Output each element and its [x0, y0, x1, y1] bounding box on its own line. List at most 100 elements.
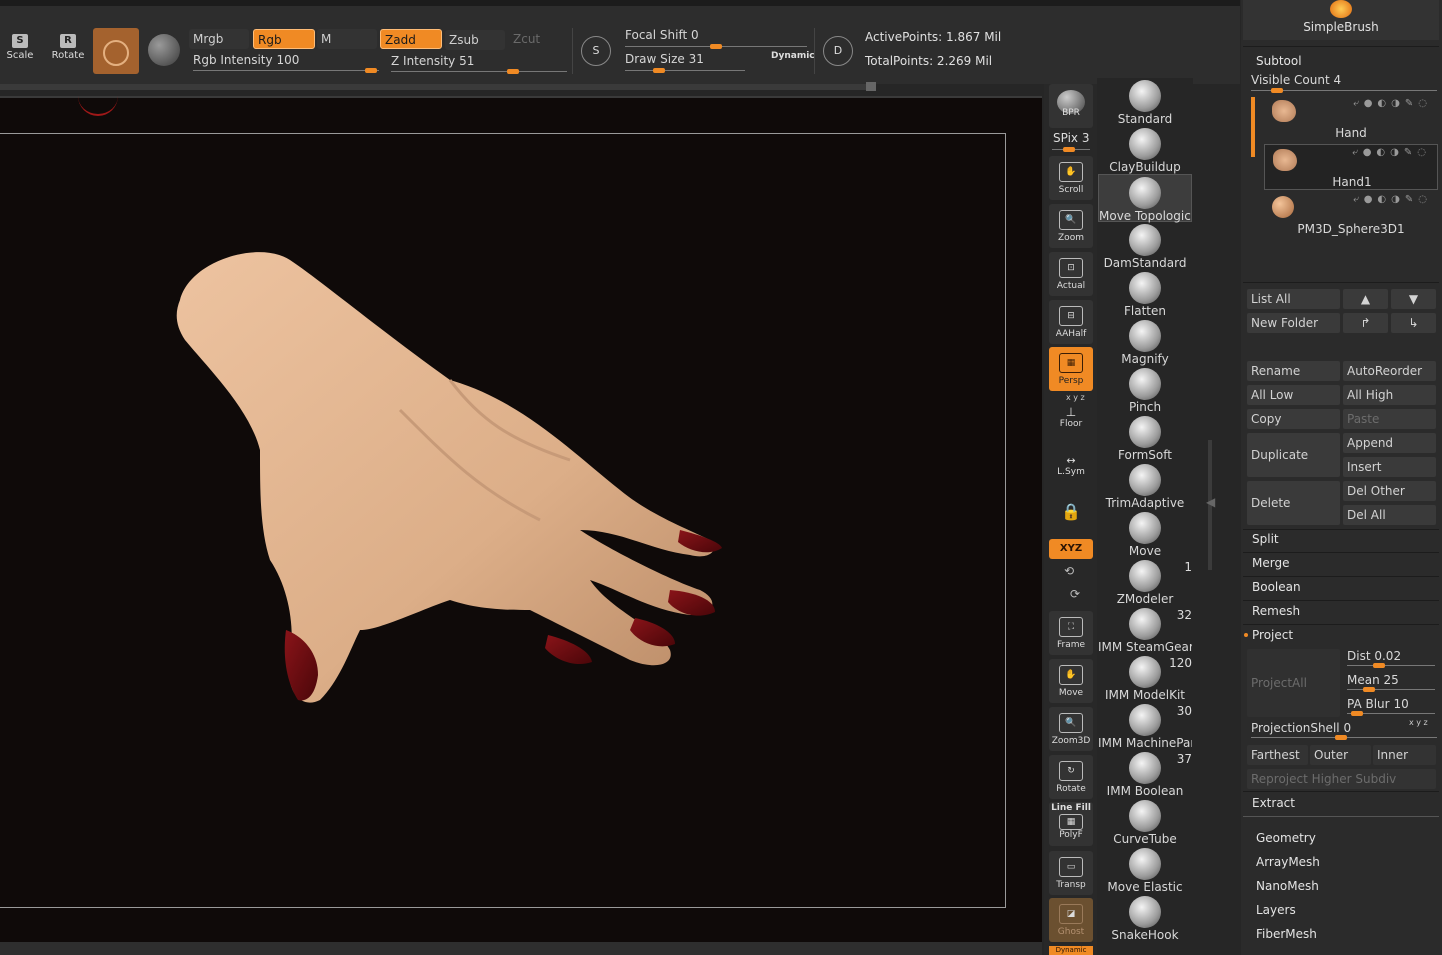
move-down-button[interactable]: ▼	[1391, 289, 1436, 309]
geometry-menu[interactable]: Geometry	[1256, 831, 1316, 845]
outer-button[interactable]: Outer	[1310, 745, 1371, 765]
m-toggle[interactable]: M	[317, 29, 377, 49]
projectionshell-slider[interactable]: ProjectionShell 0 x y z	[1251, 718, 1437, 741]
append-button[interactable]: Append	[1343, 433, 1436, 453]
brush-item[interactable]: IMM Boolean 37	[1098, 750, 1192, 798]
zcut-toggle[interactable]: Zcut	[509, 29, 569, 49]
brush-item[interactable]: FormSoft	[1098, 414, 1192, 462]
brush-item[interactable]: Move Elastic	[1098, 846, 1192, 894]
dynamic-persp-toggle[interactable]: Dynamic	[1049, 946, 1093, 955]
split-section[interactable]: Split	[1252, 532, 1279, 546]
subtool-controls[interactable]: ⤶●◐◑✎◌	[1353, 98, 1432, 109]
bpr-button[interactable]: BPR	[1049, 84, 1093, 128]
brush-item[interactable]: Standard	[1098, 78, 1192, 126]
brush-item[interactable]: SnakeHook	[1098, 894, 1192, 942]
autoreorder-button[interactable]: AutoReorder	[1343, 361, 1436, 381]
mrgb-toggle[interactable]: Mrgb	[189, 29, 249, 49]
z-intensity-slider[interactable]: Z Intensity 51	[391, 54, 567, 74]
frame-button[interactable]: ⛶ Frame	[1049, 611, 1093, 655]
scroll-button[interactable]: ✋ Scroll	[1049, 156, 1093, 200]
zoom3d-button[interactable]: 🔍 Zoom3D	[1049, 707, 1093, 751]
horizontal-scroll-track[interactable]	[0, 84, 870, 90]
move-view-button[interactable]: ✋ Move	[1049, 659, 1093, 703]
mean-slider[interactable]: Mean 25	[1347, 673, 1435, 693]
brush-item[interactable]: Pinch	[1098, 366, 1192, 414]
actual-button[interactable]: ⊡ Actual	[1049, 252, 1093, 296]
layers-menu[interactable]: Layers	[1256, 903, 1296, 917]
nanomesh-menu[interactable]: NanoMesh	[1256, 879, 1319, 893]
focal-shift-slider[interactable]: Focal Shift 0	[625, 28, 807, 49]
y-rotate-icon[interactable]: ⟲	[1064, 564, 1074, 578]
horizontal-scroll-thumb[interactable]	[866, 82, 876, 91]
new-folder-button[interactable]: New Folder	[1247, 313, 1340, 333]
brush-item[interactable]: IMM ModelKit 120	[1098, 654, 1192, 702]
del-other-button[interactable]: Del Other	[1343, 481, 1436, 501]
lock-button[interactable]: 🔒	[1049, 496, 1093, 532]
projectionshell-knob[interactable]	[1335, 735, 1347, 740]
brush-item[interactable]: Move Topological	[1098, 174, 1192, 223]
pablur-slider[interactable]: PA Blur 10	[1347, 697, 1435, 717]
copy-button[interactable]: Copy	[1247, 409, 1340, 429]
move-to-folder-button[interactable]: ↱	[1343, 313, 1388, 333]
farthest-button[interactable]: Farthest	[1247, 745, 1308, 765]
s-sculpt-button[interactable]: S	[572, 28, 619, 74]
xyz-rotate-toggle[interactable]: XYZ	[1049, 539, 1093, 559]
spix-knob[interactable]	[1063, 147, 1075, 152]
fibermesh-menu[interactable]: FiberMesh	[1256, 927, 1317, 941]
duplicate-button[interactable]: Duplicate	[1247, 433, 1340, 477]
rotate-view-button[interactable]: ↻ Rotate	[1049, 755, 1093, 799]
material-button[interactable]	[93, 28, 139, 74]
polyf-button[interactable]: Line Fill ▦ PolyF	[1049, 802, 1093, 846]
brush-item[interactable]: Flatten	[1098, 270, 1192, 318]
projectall-button[interactable]: ProjectAll	[1247, 649, 1340, 717]
pablur-knob[interactable]	[1351, 711, 1363, 716]
zadd-toggle[interactable]: Zadd	[380, 29, 442, 49]
subtool-title[interactable]: Subtool	[1256, 54, 1302, 68]
dist-slider[interactable]: Dist 0.02	[1347, 649, 1435, 669]
scale-button[interactable]: S Scale	[2, 32, 38, 66]
brush-item[interactable]: IMM MachinePart 30	[1098, 702, 1192, 750]
z-intensity-knob[interactable]	[507, 69, 519, 74]
brush-item[interactable]: DamStandard	[1098, 222, 1192, 270]
all-high-button[interactable]: All High	[1343, 385, 1436, 405]
project-section[interactable]: Project	[1252, 628, 1293, 642]
subtool-controls[interactable]: ⤶●◐◑✎◌	[1353, 194, 1432, 205]
hand-model[interactable]	[150, 230, 750, 730]
z-rotate-icon[interactable]: ⟳	[1070, 587, 1080, 601]
brush-item[interactable]: IMM SteamGear 32	[1098, 606, 1192, 654]
draw-size-slider[interactable]: Draw Size 31 Dynamic	[625, 51, 815, 73]
aahalf-button[interactable]: ⊟ AAHalf	[1049, 300, 1093, 344]
ghost-button[interactable]: ◪ Ghost	[1049, 898, 1093, 942]
move-out-folder-button[interactable]: ↳	[1391, 313, 1436, 333]
visible-count-knob[interactable]	[1271, 88, 1283, 93]
del-all-button[interactable]: Del All	[1343, 505, 1436, 525]
remesh-section[interactable]: Remesh	[1252, 604, 1300, 618]
collapse-arrow-icon[interactable]: ◀	[1206, 495, 1215, 509]
brush-item[interactable]: CurveTube	[1098, 798, 1192, 846]
visible-count-slider[interactable]: Visible Count 4	[1251, 73, 1437, 93]
delete-button[interactable]: Delete	[1247, 481, 1340, 525]
dynamic-toggle[interactable]: Dynamic	[771, 51, 815, 61]
brush-item[interactable]: Magnify	[1098, 318, 1192, 366]
mean-knob[interactable]	[1363, 687, 1375, 692]
draw-size-knob[interactable]	[653, 68, 665, 73]
subtool-controls[interactable]: ⤶●◐◑✎◌	[1352, 147, 1431, 158]
arraymesh-menu[interactable]: ArrayMesh	[1256, 855, 1320, 869]
subtool-item-hand1[interactable]: ⤶●◐◑✎◌ Hand1	[1264, 144, 1438, 190]
boolean-section[interactable]: Boolean	[1252, 580, 1301, 594]
persp-button[interactable]: ▦ Persp	[1049, 347, 1093, 391]
lsym-button[interactable]: ↔ L.Sym	[1049, 448, 1093, 486]
subtool-scrollbar[interactable]	[1251, 97, 1255, 157]
rgb-intensity-knob[interactable]	[365, 68, 377, 73]
rgb-toggle[interactable]: Rgb	[253, 29, 315, 49]
subtool-item-hand[interactable]: ⤶●◐◑✎◌ Hand	[1264, 96, 1438, 142]
move-up-button[interactable]: ▲	[1343, 289, 1388, 309]
zoom-button[interactable]: 🔍 Zoom	[1049, 204, 1093, 248]
extract-section[interactable]: Extract	[1252, 796, 1295, 810]
paste-button[interactable]: Paste	[1343, 409, 1436, 429]
dist-knob[interactable]	[1373, 663, 1385, 668]
focal-shift-knob[interactable]	[710, 44, 722, 49]
d-sculpt-button[interactable]: D	[814, 28, 861, 74]
spix-slider[interactable]: SPix 3	[1053, 131, 1089, 145]
rename-button[interactable]: Rename	[1247, 361, 1340, 381]
